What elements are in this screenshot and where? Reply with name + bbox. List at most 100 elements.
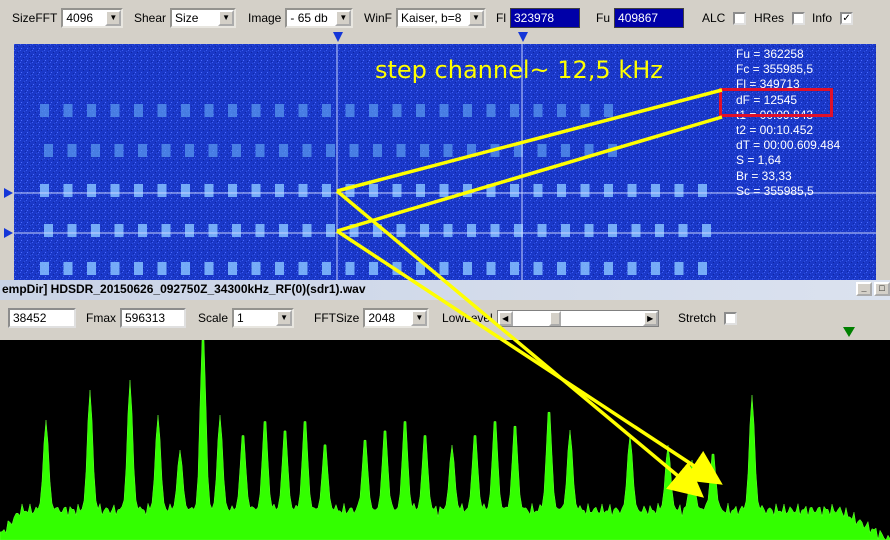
fl-field[interactable]: 323978	[510, 8, 580, 28]
chevron-left-icon[interactable]: ◀	[497, 310, 513, 326]
waterfall-signal	[134, 262, 143, 275]
waterfall-signal	[369, 262, 378, 275]
waterfall-signal	[298, 262, 308, 275]
stretch-control: Stretch	[678, 308, 738, 328]
waterfall-signal	[110, 184, 120, 197]
df-highlight-box	[719, 88, 833, 117]
info-checkbox[interactable]: ✓	[840, 11, 854, 25]
waterfall-signal	[204, 184, 214, 197]
spectrum-window-titlebar[interactable]: empDir] HDSDR_20150626_092750Z_34300kHz_…	[0, 280, 890, 300]
waterfall-signal	[279, 224, 288, 237]
chevron-down-icon[interactable]: ▼	[276, 310, 293, 326]
waterfall-signal	[157, 104, 167, 117]
winf-control: WinF Kaiser, b=8 ▼	[364, 8, 486, 28]
shear-select[interactable]: Size ▼	[170, 8, 237, 28]
waterfall-signal	[467, 224, 476, 237]
spectrum-display[interactable]	[0, 340, 890, 540]
waterfall-signal	[228, 104, 237, 117]
hres-checkbox[interactable]	[792, 11, 806, 25]
waterfall-signal	[510, 184, 519, 197]
image-select[interactable]: - 65 db ▼	[285, 8, 354, 28]
waterfall-signal	[655, 224, 664, 237]
waterfall-signal	[275, 104, 284, 117]
freq-marker-upper[interactable]	[4, 188, 13, 198]
hres-control: HRes	[754, 8, 806, 28]
chevron-down-icon[interactable]: ▼	[105, 10, 122, 26]
waterfall-signal	[161, 224, 171, 237]
waterfall-signal	[443, 144, 453, 157]
waterfall-signal	[490, 224, 500, 237]
stretch-checkbox[interactable]	[724, 311, 738, 325]
waterfall-signal	[110, 104, 120, 117]
waterfall-signal	[490, 144, 500, 157]
sizefft-select[interactable]: 4096 ▼	[61, 8, 124, 28]
shear-control: Shear Size ▼	[134, 8, 237, 28]
spectrum-trace	[0, 340, 890, 540]
waterfall-signal	[463, 262, 472, 275]
waterfall-signal	[138, 144, 147, 157]
winf-select[interactable]: Kaiser, b=8 ▼	[396, 8, 486, 28]
waterfall-signal	[251, 104, 261, 117]
time-marker-left[interactable]	[333, 32, 343, 42]
waterfall-signal	[631, 224, 641, 237]
info-readout: Fu = 362258 Fc = 355985,5 Fl = 349713 dF…	[736, 47, 840, 199]
alc-checkbox[interactable]	[733, 11, 747, 25]
waterfall-signal	[420, 144, 429, 157]
waterfall-signal	[91, 144, 100, 157]
chevron-down-icon[interactable]: ▼	[468, 10, 484, 26]
waterfall-signal	[533, 184, 543, 197]
chevron-right-icon[interactable]: ▶	[642, 310, 658, 326]
lowlevel-control: LowLevel ◀ ▶	[442, 308, 659, 328]
waterfall-signal	[373, 144, 382, 157]
freq-marker-lower[interactable]	[4, 228, 13, 238]
lowlevel-slider[interactable]: ◀ ▶	[496, 309, 659, 327]
fu-field[interactable]: 409867	[614, 8, 685, 28]
sizefft-value: 4096	[66, 11, 94, 25]
chevron-down-icon[interactable]: ▼	[411, 310, 428, 326]
fu-label: Fu	[596, 11, 611, 25]
waterfall-signal	[627, 184, 637, 197]
info-line-sc: Sc = 355985,5	[736, 183, 814, 198]
waterfall-signal	[627, 262, 637, 275]
waterfall-signal	[255, 144, 265, 157]
image-value: - 65 db	[290, 11, 328, 25]
window-buttons: _ □	[856, 282, 890, 296]
waterfall-signal	[251, 262, 261, 275]
fftsize-select[interactable]: 2048 ▼	[363, 308, 430, 328]
waterfall-signal	[439, 184, 449, 197]
time-marker-right[interactable]	[518, 32, 528, 42]
stretch-label: Stretch	[678, 311, 717, 325]
waterfall-signal	[298, 104, 308, 117]
chevron-down-icon[interactable]: ▼	[335, 10, 352, 26]
minimize-button[interactable]: _	[856, 282, 872, 296]
waterfall-signal	[67, 224, 77, 237]
waterfall-signal	[181, 262, 190, 275]
waterfall-signal	[396, 224, 406, 237]
waterfall-signal	[204, 104, 214, 117]
waterfall-signal	[40, 262, 49, 275]
fmax-field[interactable]: 596313	[120, 308, 186, 328]
waterfall-signal	[537, 224, 547, 237]
waterfall-signal	[110, 262, 120, 275]
waterfall-signal	[392, 104, 402, 117]
waterfall-signal	[326, 224, 335, 237]
waterfall-signal	[439, 262, 449, 275]
fmax-control: Fmax 596313	[86, 308, 186, 328]
maximize-button[interactable]: □	[874, 282, 890, 296]
waterfall-signal	[279, 144, 288, 157]
top-toolbar: SizeFFT 4096 ▼ Shear Size ▼ Image - 65 d…	[0, 0, 890, 38]
spectrum-marker[interactable]	[843, 327, 855, 337]
waterfall-signal	[561, 144, 570, 157]
chevron-down-icon[interactable]: ▼	[218, 10, 235, 26]
info-line-dt: dT = 00:00.609.484	[736, 138, 841, 153]
alc-control: ALC	[702, 8, 747, 28]
waterfall-signal	[373, 224, 382, 237]
scale-select[interactable]: 1 ▼	[232, 308, 295, 328]
waterfall-signal	[157, 184, 167, 197]
lowlevel-thumb[interactable]	[548, 310, 561, 326]
fmin-field[interactable]: 38452	[8, 308, 76, 328]
waterfall-signal	[114, 224, 124, 237]
waterfall-signal	[486, 184, 496, 197]
waterfall-signal	[604, 262, 613, 275]
winf-label: WinF	[364, 11, 392, 25]
